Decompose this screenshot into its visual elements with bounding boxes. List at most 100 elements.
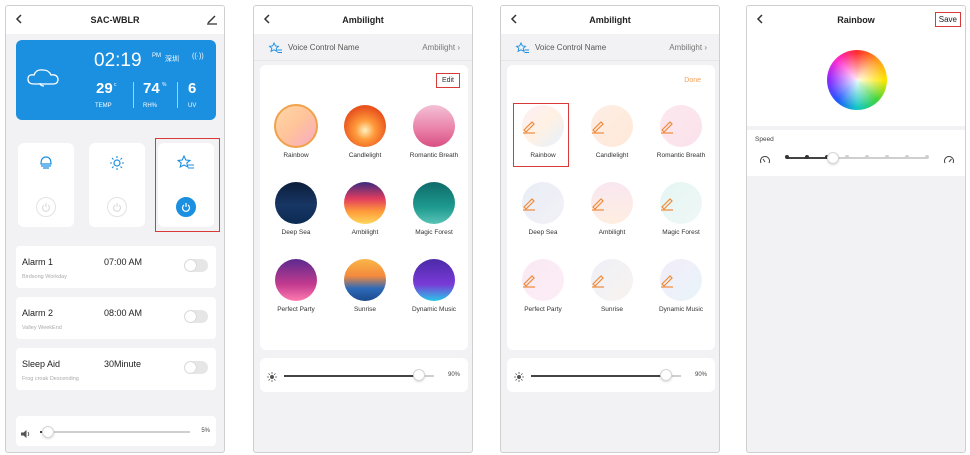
save-button[interactable]: Save (934, 12, 961, 27)
edit-pen-icon[interactable] (590, 118, 606, 139)
edit-pen-icon[interactable] (590, 195, 606, 216)
nav-bar: Ambilight (254, 6, 472, 34)
scene-romantic-breath-icon (413, 105, 455, 147)
scene-label: Perfect Party (524, 306, 562, 313)
volume-track (40, 431, 190, 433)
edit-pen-icon[interactable] (521, 272, 537, 293)
divider (133, 82, 134, 108)
back-icon[interactable] (260, 12, 274, 26)
scene-label: Ambilight (351, 229, 379, 236)
scene-romantic-breath[interactable]: Romantic Breath (399, 105, 469, 175)
scene-dynamic-music[interactable]: Dynamic Music (646, 259, 716, 329)
speed-slider-knob[interactable] (827, 152, 840, 164)
scene-romantic-breath[interactable]: Romantic Breath (646, 105, 716, 175)
nav-bar: Ambilight (501, 6, 719, 34)
alarm-toggle[interactable] (184, 259, 208, 272)
alarm-time: 08:00 AM (104, 308, 143, 318)
scene-label: Deep Sea (281, 229, 311, 236)
star-list-icon (515, 41, 530, 59)
scene-magic-forest[interactable]: Magic Forest (646, 182, 716, 252)
fast-speed-icon (943, 152, 955, 170)
brightness-icon (514, 369, 524, 387)
done-button[interactable]: Done (684, 77, 701, 84)
speed-tick (785, 155, 789, 159)
alarm-name: Alarm 1 (22, 257, 54, 267)
brightness-fill (531, 375, 666, 377)
scene-deep-sea[interactable]: Deep Sea (508, 182, 578, 252)
voice-control-row[interactable]: Voice Control Name Ambilight › (501, 34, 719, 61)
back-icon[interactable] (12, 12, 26, 26)
scene-label: Deep Sea (528, 229, 558, 236)
scene-ambilight-icon (344, 182, 386, 224)
alarm-subtitle: Birdsong Workday (22, 274, 67, 280)
brightness-slider-knob[interactable] (660, 369, 672, 381)
scene-label: Magic Forest (662, 229, 700, 236)
lamp-power-button[interactable] (36, 197, 56, 217)
scene-ambilight[interactable]: Ambilight (577, 182, 647, 252)
edit-pen-icon[interactable] (659, 272, 675, 293)
scene-panel: Done Rainbow Candlelight Romantic Breath De… (507, 65, 715, 350)
speed-label: Speed (755, 136, 774, 143)
temperature-value: 29 (96, 80, 113, 97)
sleep-aid-name: Sleep Aid (22, 359, 61, 369)
back-icon[interactable] (507, 12, 521, 26)
back-icon[interactable] (753, 12, 767, 26)
volume-percent: 5% (201, 428, 210, 434)
scene-label: Dynamic Music (658, 306, 704, 313)
brightness-bar: 90% (507, 358, 715, 392)
scene-sunrise[interactable]: Sunrise (577, 259, 647, 329)
scene-perfect-party[interactable]: Perfect Party (508, 259, 578, 329)
alarm-row[interactable]: Alarm 1 07:00 AM Birdsong Workday (16, 246, 216, 288)
scene-candlelight[interactable]: Candlelight (577, 105, 647, 175)
light-tile[interactable] (89, 143, 145, 227)
speed-tick (805, 155, 809, 159)
alarm-subtitle: Valley WeekEnd (22, 325, 62, 331)
volume-slider-knob[interactable] (41, 426, 54, 438)
scene-ambilight[interactable]: Ambilight (330, 182, 400, 252)
scene-label: Sunrise (600, 306, 624, 313)
uv-value: 6 (188, 80, 197, 97)
sleep-aid-row[interactable]: Sleep Aid 30Minute Frog croak Descending (16, 348, 216, 390)
edit-button[interactable]: Edit (435, 73, 460, 88)
brightness-slider-knob[interactable] (413, 369, 425, 381)
page-title: SAC-WBLR (90, 15, 140, 25)
alarm-name: Alarm 2 (22, 308, 54, 318)
sleep-aid-toggle[interactable] (184, 361, 208, 374)
light-power-button[interactable] (107, 197, 127, 217)
voice-control-row[interactable]: Voice Control Name Ambilight › (254, 34, 472, 61)
edit-pen-icon[interactable] (659, 118, 675, 139)
ampm-label: PM (152, 53, 161, 59)
lamp-tile[interactable] (18, 143, 74, 227)
edit-pen-icon[interactable] (590, 272, 606, 293)
sun-icon (89, 155, 145, 171)
scene-dynamic-music[interactable]: Dynamic Music (399, 259, 469, 329)
scene-deep-sea-icon (275, 182, 317, 224)
temperature-unit: c (114, 82, 117, 88)
scene-sunrise[interactable]: Sunrise (330, 259, 400, 329)
scene-label: Magic Forest (415, 229, 453, 236)
brightness-icon (267, 369, 277, 387)
alarm-toggle[interactable] (184, 310, 208, 323)
ambilight-edit-screen: Ambilight Voice Control Name Ambilight ›… (500, 5, 720, 453)
volume-bar: 5% (16, 416, 216, 446)
scene-candlelight[interactable]: Candlelight (330, 105, 400, 175)
scene-magic-forest[interactable]: Magic Forest (399, 182, 469, 252)
scene-rainbow[interactable]: Rainbow (261, 104, 331, 175)
scene-perfect-party[interactable]: Perfect Party (261, 259, 331, 329)
edit-pen-icon[interactable] (521, 195, 537, 216)
alarm-row[interactable]: Alarm 2 08:00 AM Valley WeekEnd (16, 297, 216, 339)
page-title: Rainbow (837, 15, 875, 25)
voice-control-name: Ambilight (669, 43, 703, 52)
speed-tick (905, 155, 909, 159)
speed-tick (845, 155, 849, 159)
humidity-value: 74 (143, 80, 160, 97)
cloud-icon (24, 66, 72, 95)
edit-pen-icon[interactable] (659, 195, 675, 216)
scene-deep-sea[interactable]: Deep Sea (261, 182, 331, 252)
device-home-screen: SAC-WBLR 02:19 PM 深圳 ((·)) 29 c TEMP 74 … (5, 5, 225, 453)
color-wheel[interactable] (827, 50, 887, 110)
voice-control-label: Voice Control Name (535, 43, 607, 52)
edit-pen-icon[interactable] (206, 12, 218, 30)
scene-label: Perfect Party (277, 306, 315, 313)
voice-control-label: Voice Control Name (288, 43, 360, 52)
